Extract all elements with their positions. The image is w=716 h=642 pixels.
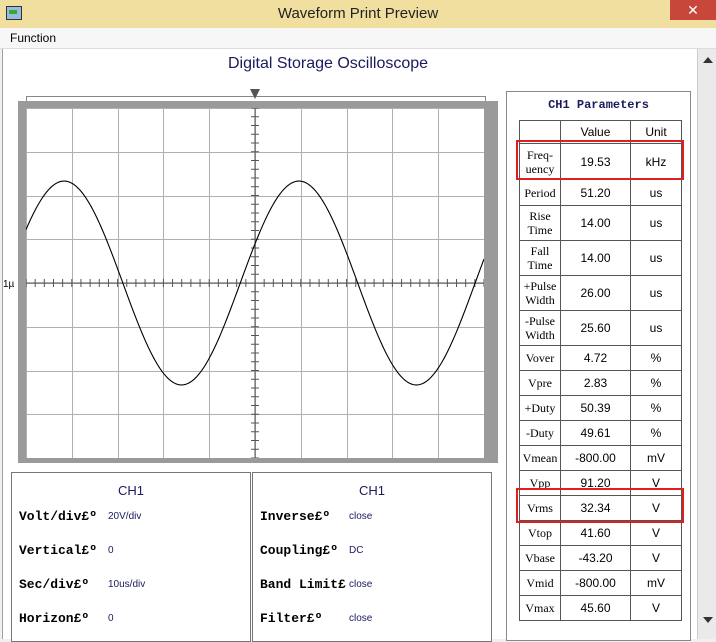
filter-label: Filter£º [260, 611, 323, 626]
frequency-highlight [516, 140, 684, 180]
parameter-name: Vtop [519, 520, 561, 546]
parameter-name: -Duty [519, 420, 561, 446]
parameter-unit: mV [630, 570, 682, 596]
parameter-unit: us [630, 275, 682, 311]
settings-panel-left: CH1 Volt/div£º 20V/div Vertical£º 0 Sec/… [11, 472, 251, 642]
band-limit-value: close [349, 579, 373, 590]
parameters-title: CH1 Parameters [548, 98, 649, 112]
inverse-value: close [349, 511, 373, 522]
parameter-name: +Duty [519, 395, 561, 421]
parameter-value: -43.20 [560, 545, 631, 571]
parameter-row: Vbase -43.20 V [519, 545, 682, 571]
parameter-row: -Duty 49.61% [519, 420, 682, 446]
filter-value: close [349, 613, 373, 624]
parameter-unit: V [630, 595, 682, 621]
parameter-unit: % [630, 420, 682, 446]
parameter-unit: us [630, 179, 682, 206]
parameter-row: Vmid -800.00 mV [519, 570, 682, 596]
vertical-label: Vertical£º [19, 543, 98, 558]
parameter-row: Period 51.20 us [519, 179, 682, 206]
parameter-unit: V [630, 520, 682, 546]
parameter-name: -Pulse Width [519, 310, 561, 346]
parameter-value: 25.60 [560, 310, 631, 346]
parameter-value: 14.00 [560, 205, 631, 241]
parameter-value: 49.61 [560, 420, 631, 446]
inverse-label: Inverse£º [260, 509, 331, 524]
waveform-display [26, 108, 484, 458]
parameter-unit: us [630, 205, 682, 241]
parameter-value: 2.83 [560, 370, 631, 396]
parameter-unit: % [630, 370, 682, 396]
vertical-value: 0 [108, 545, 114, 556]
settings-panel-right: CH1 Inverse£º close Coupling£º DC Band L… [252, 472, 492, 642]
parameter-value: -800.00 [560, 445, 631, 471]
parameter-row: Rise Time 14.00 us [519, 205, 682, 241]
parameter-name: Rise Time [519, 205, 561, 241]
title-bar: Waveform Print Preview ✕ [0, 0, 716, 28]
panel-title: CH1 [117, 483, 144, 498]
parameter-unit: % [630, 395, 682, 421]
parameter-row: +Duty 50.39% [519, 395, 682, 421]
parameter-unit: % [630, 345, 682, 371]
menu-function[interactable]: Function [10, 31, 56, 45]
parameter-row: Vmean -800.00 mV [519, 445, 682, 471]
parameters-table: Value Unit Freq- uency 19.53 kHz Period 51.2… [519, 120, 682, 621]
parameter-value: 4.72 [560, 345, 631, 371]
coupling-value: DC [349, 545, 364, 556]
parameter-row: Vmax 45.60 V [519, 595, 682, 621]
volt-div-value: 20V/div [108, 511, 142, 522]
menu-bar: Function [0, 28, 716, 49]
parameter-unit: V [630, 545, 682, 571]
channel-marker: 1µ [3, 279, 15, 290]
scope-screen [26, 108, 484, 458]
volt-div-label: Volt/div£º [19, 509, 98, 524]
parameter-value: 45.60 [560, 595, 631, 621]
sec-div-value: 10us/div [108, 579, 146, 590]
parameter-name: +Pulse Width [519, 275, 561, 311]
trigger-position-marker-icon[interactable] [250, 89, 260, 99]
parameter-value: 41.60 [560, 520, 631, 546]
band-limit-label: Band Limit£ [260, 577, 346, 592]
horizon-value: 0 [108, 613, 114, 624]
parameter-unit: us [630, 310, 682, 346]
parameter-row: Vpre 2.83% [519, 370, 682, 396]
close-button[interactable]: ✕ [670, 0, 716, 20]
parameter-value: 14.00 [560, 240, 631, 276]
parameter-row: Vtop 41.60 V [519, 520, 682, 546]
report-title: Digital Storage Oscilloscope [227, 55, 429, 72]
parameter-row: +Pulse Width 26.00 us [519, 275, 682, 311]
window-title: Waveform Print Preview [277, 5, 439, 22]
parameter-name: Vmean [519, 445, 561, 471]
parameter-name: Period [519, 179, 561, 206]
parameter-row: Vover 4.72% [519, 345, 682, 371]
parameter-name: Vpre [519, 370, 561, 396]
parameter-value: 51.20 [560, 179, 631, 206]
parameter-name: Vover [519, 345, 561, 371]
horizon-label: Horizon£º [19, 611, 90, 626]
parameter-unit: us [630, 240, 682, 276]
vrms-highlight [516, 488, 684, 523]
parameter-row: Fall Time 14.00 us [519, 240, 682, 276]
parameter-value: 50.39 [560, 395, 631, 421]
parameter-value: -800.00 [560, 570, 631, 596]
parameter-name: Vmax [519, 595, 561, 621]
parameter-name: Vbase [519, 545, 561, 571]
parameter-row: -Pulse Width 25.60 us [519, 310, 682, 346]
scroll-up-arrow-icon[interactable] [703, 57, 713, 63]
vertical-scrollbar[interactable] [697, 49, 716, 639]
panel-title: CH1 [358, 483, 385, 498]
coupling-label: Coupling£º [260, 543, 339, 558]
parameter-name: Fall Time [519, 240, 561, 276]
sec-div-label: Sec/div£º [19, 577, 90, 592]
scroll-down-arrow-icon[interactable] [703, 617, 713, 623]
parameter-value: 26.00 [560, 275, 631, 311]
parameter-name: Vmid [519, 570, 561, 596]
parameter-unit: mV [630, 445, 682, 471]
